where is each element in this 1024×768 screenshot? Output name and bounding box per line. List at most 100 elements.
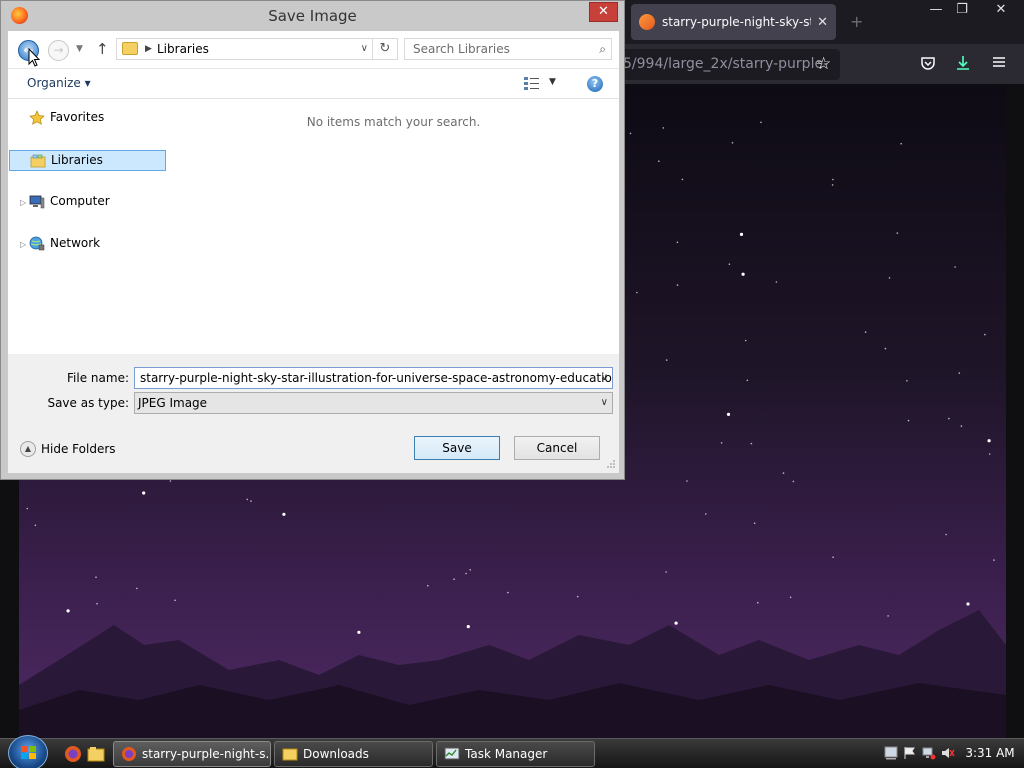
file-name-field[interactable]: starry-purple-night-sky-star-illustratio… xyxy=(134,367,613,389)
nav-item-libraries[interactable]: Libraries xyxy=(9,150,166,171)
taskbar: starry-purple-night-s... Downloads Task … xyxy=(0,735,1024,768)
firefox-quicklaunch-icon[interactable] xyxy=(64,745,82,763)
star-dot xyxy=(676,241,679,244)
nav-item-computer[interactable]: ▷ Computer xyxy=(9,192,166,213)
taskbar-button-firefox[interactable]: starry-purple-night-s... xyxy=(113,741,271,767)
hide-folders-button[interactable]: ▲ Hide Folders xyxy=(20,441,116,457)
nav-item-network[interactable]: ▷ Network xyxy=(9,234,166,255)
dialog-title: Save Image xyxy=(268,7,357,25)
notification-icon[interactable] xyxy=(884,746,898,760)
star-dot xyxy=(945,533,947,536)
menu-icon[interactable] xyxy=(989,54,1009,74)
star-dot xyxy=(95,576,97,578)
nav-item-label: Computer xyxy=(50,194,110,208)
star-dot xyxy=(34,524,37,527)
star-dot xyxy=(142,491,146,495)
pocket-icon[interactable] xyxy=(918,54,938,74)
save-options-area: File name: starry-purple-night-sky-star-… xyxy=(8,354,619,473)
star-dot xyxy=(250,500,252,502)
save-type-label: Save as type: xyxy=(47,396,129,410)
star-dot xyxy=(174,599,176,602)
mouse-cursor-icon xyxy=(28,48,40,67)
star-dot xyxy=(686,480,688,482)
star-dot xyxy=(948,417,950,420)
tab-title: starry-purple-night-sky-star- xyxy=(662,15,811,29)
tab-close-icon[interactable]: ✕ xyxy=(817,15,828,30)
action-center-flag-icon[interactable] xyxy=(903,746,917,760)
dialog-titlebar[interactable]: Save Image ✕ xyxy=(1,1,624,31)
clock[interactable]: 3:31 AM xyxy=(962,739,1018,768)
network-status-icon[interactable] xyxy=(922,746,936,760)
address-dropdown-icon[interactable]: ∨ xyxy=(361,39,368,59)
star-dot xyxy=(629,132,632,135)
bookmark-star-icon[interactable]: ☆ xyxy=(816,54,831,74)
folder-icon xyxy=(282,748,298,761)
star-dot xyxy=(896,232,899,234)
breadcrumb-chevron-icon[interactable]: ▶ xyxy=(145,39,152,59)
dialog-close-button[interactable]: ✕ xyxy=(589,2,618,22)
resize-grip-icon[interactable] xyxy=(606,459,616,469)
expand-chevron-icon[interactable]: ▷ xyxy=(20,193,26,212)
taskbar-button-downloads[interactable]: Downloads xyxy=(274,741,433,767)
star-dot xyxy=(726,412,731,416)
downloads-icon[interactable] xyxy=(953,54,973,74)
chevron-down-icon: ∨ xyxy=(600,397,608,408)
star-dot xyxy=(466,625,470,629)
star-dot xyxy=(746,379,749,382)
computer-icon xyxy=(29,194,45,210)
star-dot xyxy=(888,277,891,279)
star-dot xyxy=(169,480,172,482)
star-dot xyxy=(96,602,98,605)
collapse-icon: ▲ xyxy=(20,441,36,457)
star-dot xyxy=(636,291,638,294)
restore-button[interactable]: ❐ xyxy=(946,0,978,22)
expand-chevron-icon[interactable]: ▷ xyxy=(20,235,26,254)
star-dot xyxy=(728,263,731,265)
star-dot xyxy=(469,569,472,571)
nav-item-favorites[interactable]: Favorites xyxy=(9,108,166,129)
taskbar-button-task-manager[interactable]: Task Manager xyxy=(436,741,595,767)
change-view-icon[interactable] xyxy=(523,76,541,91)
star-dot xyxy=(665,571,667,573)
star-dot xyxy=(731,142,734,144)
save-type-value: JPEG Image xyxy=(138,396,208,410)
forward-button[interactable]: → xyxy=(48,40,69,61)
new-tab-button[interactable]: + xyxy=(850,12,863,31)
star-dot xyxy=(427,584,429,587)
window-close-button[interactable]: ✕ xyxy=(985,0,1017,22)
breadcrumb-libraries[interactable]: Libraries xyxy=(157,42,209,56)
libraries-icon xyxy=(30,153,46,169)
star-dot xyxy=(744,339,747,342)
file-list-pane[interactable]: No items match your search. xyxy=(168,99,619,354)
star-dot xyxy=(676,284,679,286)
file-name-dropdown-icon[interactable]: ∨ xyxy=(601,368,608,388)
explorer-quicklaunch-icon[interactable] xyxy=(87,745,105,763)
star-dot xyxy=(832,556,834,558)
star-dot xyxy=(887,615,889,617)
nav-item-label: Libraries xyxy=(51,153,103,167)
star-dot xyxy=(966,602,970,606)
address-bar[interactable]: ▶ Libraries ∨ xyxy=(116,38,373,60)
star-dot xyxy=(993,559,995,561)
star-dot xyxy=(900,142,902,145)
tab-active[interactable]: starry-purple-night-sky-star- ✕ xyxy=(631,4,836,40)
organize-menu[interactable]: Organize ▾ xyxy=(27,76,91,90)
url-bar[interactable]: 5/994/large_2x/starry-purple- xyxy=(615,49,840,80)
recent-locations-dropdown[interactable]: ▼ xyxy=(76,44,83,54)
start-button[interactable] xyxy=(8,735,48,768)
search-input[interactable]: Search Libraries ⌕ xyxy=(404,38,612,60)
file-name-label: File name: xyxy=(67,371,129,385)
star-dot xyxy=(720,442,723,444)
refresh-button[interactable]: ↻ xyxy=(373,38,398,60)
up-one-level-button[interactable]: ↑ xyxy=(96,40,109,58)
help-icon[interactable]: ? xyxy=(587,76,603,92)
star-dot xyxy=(705,513,707,515)
view-options-dropdown[interactable]: ▼ xyxy=(549,77,556,87)
search-icon[interactable]: ⌕ xyxy=(599,39,606,59)
nav-item-label: Favorites xyxy=(50,110,105,124)
save-button[interactable]: Save xyxy=(414,436,500,460)
save-type-select[interactable]: JPEG Image ∨ xyxy=(134,392,613,414)
volume-muted-icon[interactable] xyxy=(941,746,955,760)
cancel-button[interactable]: Cancel xyxy=(514,436,600,460)
star-icon xyxy=(29,110,45,126)
